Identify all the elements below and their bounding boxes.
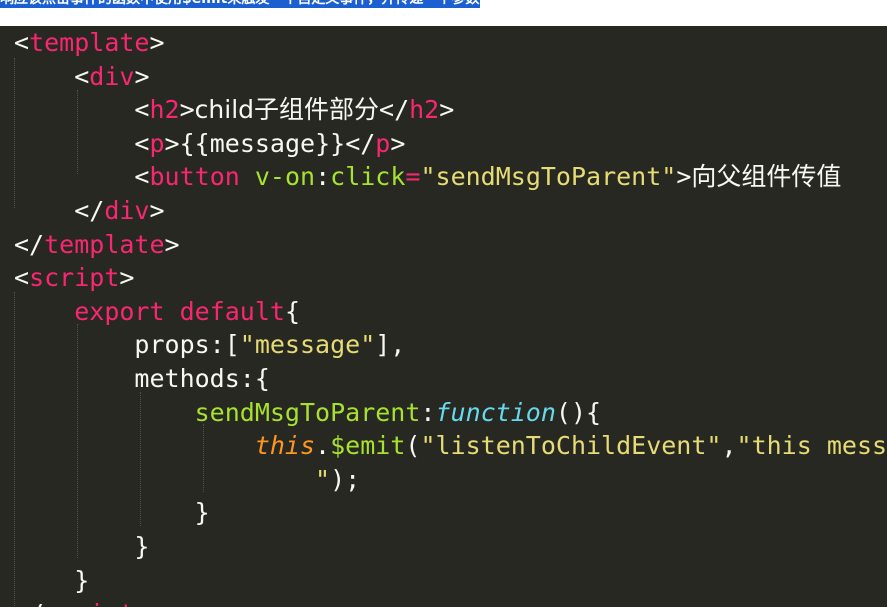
code-editor[interactable]: <template> <div> <h2>child子组件部分</h2> <p>…: [0, 26, 887, 607]
bracket: </: [74, 196, 105, 225]
code-line-9: export default{: [14, 295, 300, 329]
bracket: >: [390, 128, 406, 158]
caption-band: 响应该点击事件的函数中使用$emit来触发一个自定义事件，并传递一个参数: [0, 0, 887, 26]
bracket: </: [14, 599, 44, 607]
method-name: sendMsgToParent: [194, 397, 421, 427]
bracket: >: [164, 229, 180, 259]
bracket: >: [676, 162, 692, 192]
bracket: <: [74, 61, 90, 91]
bracket: >: [119, 263, 135, 293]
punctuation: );: [330, 464, 361, 494]
bracket: >: [149, 28, 165, 57]
brace: }: [194, 498, 210, 528]
tag-name: p: [375, 128, 391, 158]
bracket: >: [134, 61, 150, 91]
string-literal: "listenToChildEvent": [420, 431, 722, 461]
code-line-6: </div>: [14, 194, 165, 228]
code-line-15: }: [14, 496, 210, 530]
brace: }: [134, 532, 150, 561]
tag-name: p: [149, 128, 165, 158]
code-line-10: props:["message"],: [14, 328, 405, 362]
code-line-17: }: [14, 564, 89, 598]
punctuation: ,: [721, 431, 737, 461]
punctuation: (: [405, 431, 421, 461]
bracket: <: [134, 162, 150, 192]
bracket: <: [14, 28, 30, 57]
string-literal: "message": [239, 330, 376, 360]
bracket: >: [149, 196, 165, 225]
punctuation: :: [420, 397, 436, 427]
brace: {: [284, 296, 301, 326]
tag-name: script: [29, 263, 120, 293]
code-line-12: sendMsgToParent:function(){: [14, 396, 601, 430]
bracket: >: [439, 95, 455, 125]
attribute-name: click: [330, 162, 406, 192]
code-line-2: <div>: [14, 60, 150, 94]
text-content: child子组件部分: [194, 95, 380, 125]
attribute-colon: :: [315, 162, 331, 192]
code-line-13: this.$emit("listenToChildEvent","this me…: [14, 429, 887, 463]
punctuation: ],: [375, 330, 406, 360]
code-line-5: <button v-on:click="sendMsgToParent">向父组…: [14, 160, 841, 194]
text-content: {{message}}: [179, 128, 346, 158]
method-call: $emit: [330, 431, 406, 461]
code-line-16: }: [14, 530, 149, 564]
tag-name: h2: [409, 95, 440, 125]
property-key: props:[: [134, 330, 240, 360]
screenshot-page: 响应该点击事件的函数中使用$emit来触发一个自定义事件，并传递一个参数 <te…: [0, 0, 887, 607]
bracket: >: [179, 95, 195, 125]
this-keyword: this: [254, 431, 316, 461]
code-line-7: </template>: [14, 228, 180, 262]
punctuation: (){: [555, 397, 602, 427]
keyword: export: [74, 296, 165, 326]
text-content: 向父组件传值: [691, 162, 842, 192]
string-literal: "this message is from child: [736, 431, 887, 461]
tag-name: h2: [149, 95, 180, 125]
tag-name: div: [89, 61, 135, 91]
keyword: default: [179, 296, 285, 326]
selected-caption-text: 响应该点击事件的函数中使用$emit来触发一个自定义事件，并传递一个参数: [0, 0, 481, 8]
tag-name: template: [44, 229, 165, 259]
string-literal: ": [315, 464, 331, 494]
tag-name: script: [44, 599, 134, 607]
code-line-8: <script>: [14, 261, 134, 295]
attribute-equals: =: [405, 162, 421, 192]
bracket: </: [345, 128, 376, 158]
bracket: >: [164, 128, 180, 158]
brace: }: [74, 565, 90, 595]
code-line-4: <p>{{message}}</p>: [14, 127, 405, 161]
function-keyword: function: [435, 397, 556, 427]
attribute-value: "sendMsgToParent": [420, 162, 677, 192]
code-line-11: methods:{: [14, 362, 270, 396]
code-line-3: <h2>child子组件部分</h2>: [14, 93, 454, 127]
code-line-18: </script>: [14, 597, 149, 607]
tag-name: button: [149, 162, 240, 192]
attribute-name: v-on: [254, 162, 316, 192]
bracket: >: [134, 599, 149, 607]
bracket: </: [379, 95, 410, 125]
tag-name: div: [104, 196, 150, 225]
code-line-1: <template>: [14, 26, 165, 60]
tag-name: template: [29, 28, 150, 57]
property-key: methods:{: [134, 364, 270, 393]
bracket: </: [14, 229, 45, 259]
punctuation: .: [315, 431, 331, 461]
bracket: <: [134, 128, 150, 158]
code-line-14: ");: [14, 463, 360, 497]
bracket: <: [14, 263, 30, 293]
bracket: <: [134, 95, 150, 125]
